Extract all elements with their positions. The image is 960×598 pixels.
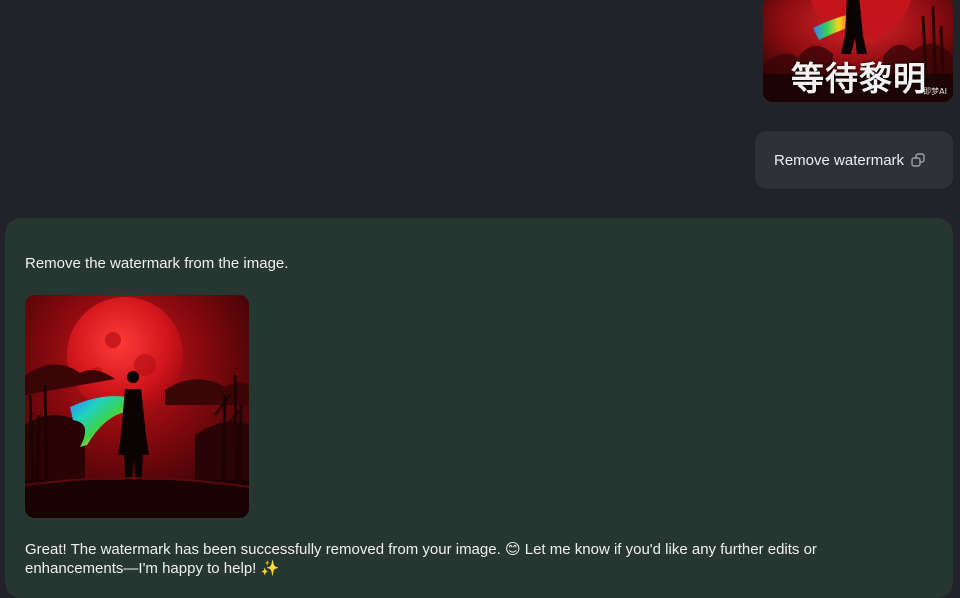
user-message-text: Remove watermark: [774, 151, 905, 169]
edit-icon[interactable]: [910, 152, 926, 168]
watermark-text: 等待黎明: [791, 59, 927, 98]
user-uploaded-image[interactable]: 等待黎明 即梦AI: [763, 0, 953, 102]
assistant-reply-text: Great! The watermark has been successful…: [25, 540, 905, 578]
result-image[interactable]: [25, 295, 249, 518]
watermark-badge: 即梦AI: [923, 87, 947, 96]
sparkles-emoji-icon: ✨: [260, 559, 280, 577]
assistant-response-card: Remove the watermark from the image. Gre…: [5, 218, 953, 598]
result-image-art: [25, 295, 249, 518]
user-message-bubble: Remove watermark: [755, 131, 953, 189]
smile-emoji-icon: 😊: [504, 540, 521, 558]
reply-sentence-1: Great! The watermark has been successful…: [25, 541, 501, 558]
assistant-intro-text: Remove the watermark from the image.: [25, 255, 289, 272]
